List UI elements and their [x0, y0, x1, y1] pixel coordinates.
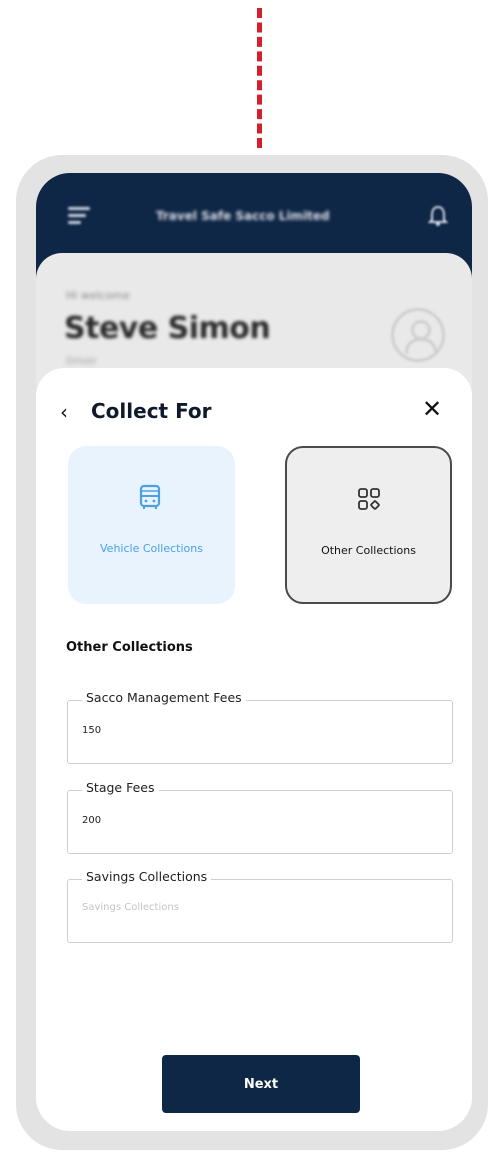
next-button[interactable]: Next — [162, 1055, 360, 1113]
field-label: Stage Fees — [82, 780, 159, 795]
collect-for-sheet: ‹ Collect For ✕ Vehicle Collections Othe… — [36, 368, 472, 1131]
welcome-text: Hi welcome — [66, 289, 130, 302]
menu-icon[interactable] — [68, 207, 90, 225]
sacco-management-fees-field[interactable]: Sacco Management Fees 150 — [67, 690, 453, 764]
user-role: Driver — [66, 356, 97, 367]
close-icon[interactable]: ✕ — [422, 396, 442, 422]
section-title: Other Collections — [66, 640, 193, 655]
field-label: Savings Collections — [82, 869, 212, 884]
field-label: Sacco Management Fees — [82, 690, 246, 705]
chevron-left-icon[interactable]: ‹ — [60, 402, 68, 422]
sheet-title: Collect For — [91, 399, 212, 423]
vehicle-collections-label: Vehicle Collections — [100, 542, 203, 555]
field-value[interactable]: 200 — [82, 815, 101, 826]
phone-screen: Travel Safe Sacco Limited Hi welcome Ste… — [36, 173, 472, 1131]
user-name: Steve Simon — [64, 311, 271, 346]
other-collections-label: Other Collections — [321, 544, 416, 557]
vehicle-collections-option[interactable]: Vehicle Collections — [68, 446, 235, 604]
grid-icon — [358, 488, 380, 510]
stage-fees-field[interactable]: Stage Fees 200 — [67, 780, 453, 854]
savings-collections-input[interactable] — [82, 902, 432, 913]
field-value[interactable]: 150 — [82, 725, 101, 736]
bus-icon — [139, 484, 161, 509]
avatar-icon[interactable] — [391, 308, 445, 362]
sheet-header: ‹ Collect For ✕ — [36, 396, 472, 428]
app-title: Travel Safe Sacco Limited — [156, 209, 330, 223]
dashed-connector-line — [257, 8, 263, 148]
savings-collections-field[interactable]: Savings Collections — [67, 869, 453, 943]
bell-icon[interactable] — [428, 205, 448, 227]
other-collections-option[interactable]: Other Collections — [285, 446, 452, 604]
